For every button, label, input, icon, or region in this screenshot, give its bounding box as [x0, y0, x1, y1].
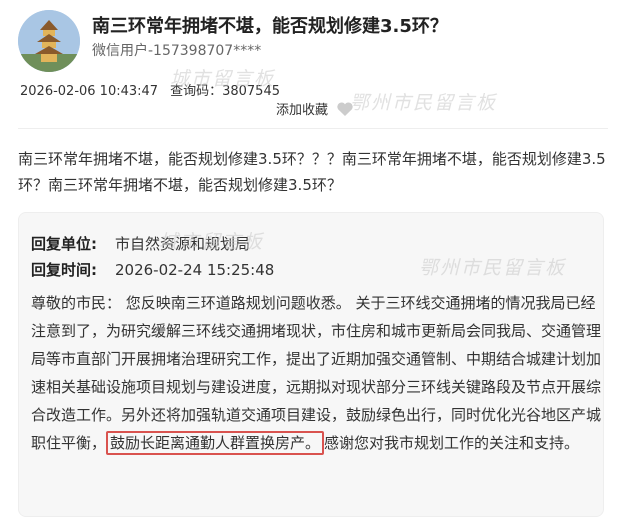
- heart-icon: [337, 102, 353, 116]
- avatar: [18, 10, 80, 72]
- divider: [18, 128, 608, 129]
- reply-time-row: 回复时间: 2026-02-24 15:25:48: [31, 259, 274, 280]
- post-date: 2026-02-06 10:43:47: [20, 84, 159, 99]
- post-title: 南三环常年拥堵不堪，能否规划修建3.5环？: [92, 16, 448, 37]
- reply-unit-label: 回复单位:: [31, 235, 97, 253]
- watermark: 鄂州市民留言板: [350, 92, 498, 114]
- author-name: 微信用户-157398707****: [92, 43, 262, 59]
- query-code: 3807545: [222, 84, 280, 99]
- reply-unit: 市自然资源和规划局: [115, 235, 251, 253]
- reply-closing: 感谢您对我市规划工作的关注和支持。: [324, 434, 580, 452]
- reply-body: 尊敬的市民： 您反映南三环道路规划问题收悉。 关于三环线交通拥堵的情况我局已经注…: [31, 289, 601, 457]
- favorite-label: 添加收藏: [276, 103, 329, 118]
- favorite-button[interactable]: 添加收藏: [276, 99, 354, 118]
- reply-section: 回复单位: 市自然资源和规划局 回复时间: 2026-02-24 15:25:48 …: [18, 212, 604, 517]
- query-code-label: 查询码：: [170, 84, 223, 99]
- post-meta: 2026-02-06 10:43:47 查询码：3807545: [20, 80, 280, 99]
- reply-unit-row: 回复单位: 市自然资源和规划局: [31, 233, 250, 254]
- reply-time: 2026-02-24 15:25:48: [115, 261, 275, 279]
- highlighted-text: 鼓励长距离通勤人群置换房产。: [106, 431, 325, 455]
- watermark: 鄂州市民留言板: [419, 257, 567, 279]
- reply-time-label: 回复时间:: [31, 261, 97, 279]
- reply-text: 尊敬的市民： 您反映南三环道路规划问题收悉。 关于三环线交通拥堵的情况我局已经注…: [31, 294, 602, 452]
- post-content: 南三环常年拥堵不堪，能否规划修建3.5环？？？南三环常年拥堵不堪，能否规划修建3…: [18, 150, 606, 194]
- pagoda-avatar-image: [18, 10, 80, 72]
